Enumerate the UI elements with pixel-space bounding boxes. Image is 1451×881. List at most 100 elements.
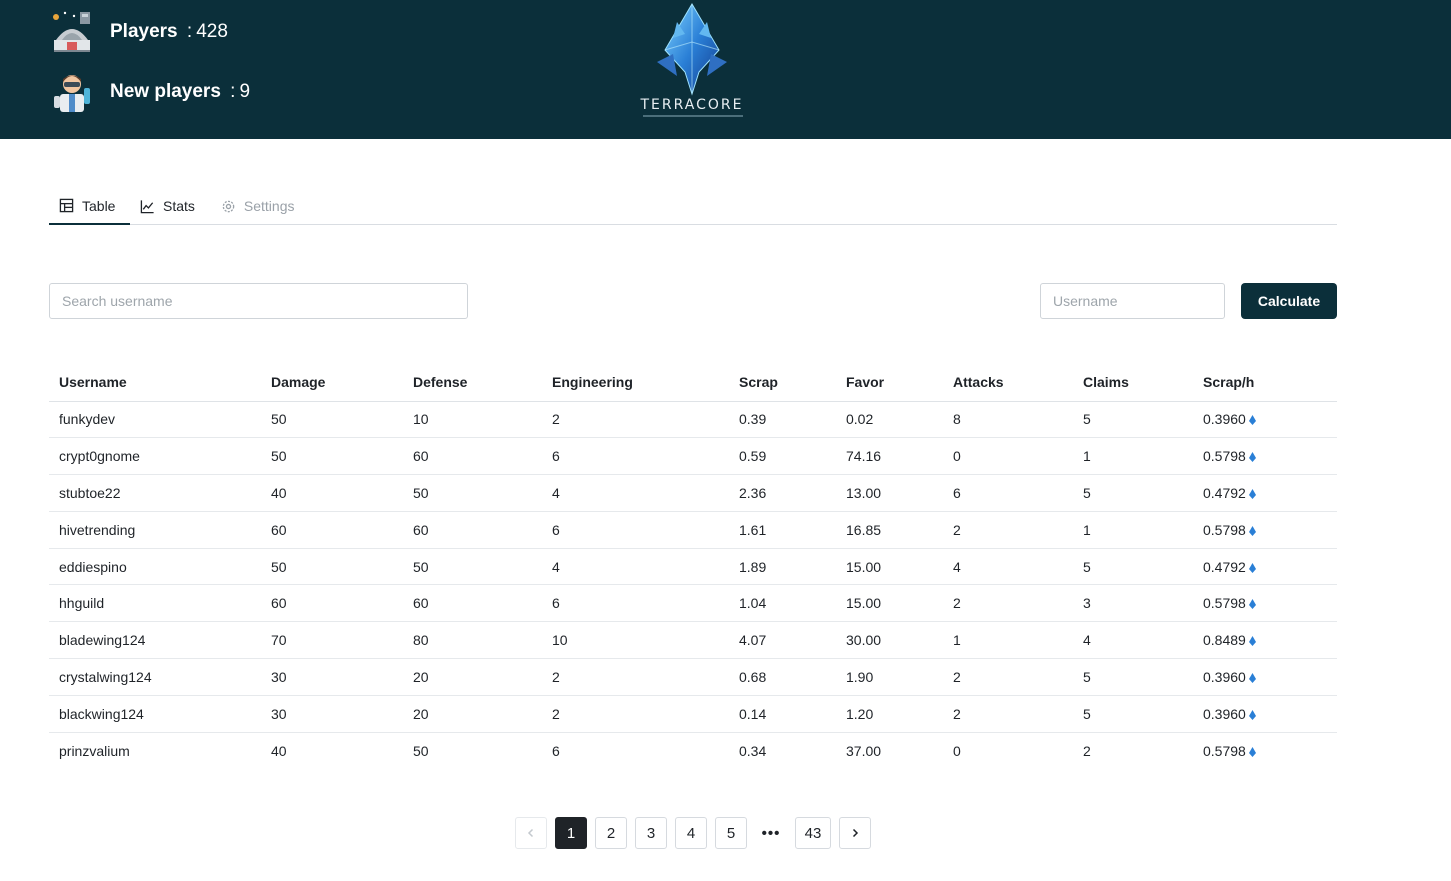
column-header-claims[interactable]: Claims: [1073, 364, 1193, 402]
cell-defense: 20: [403, 658, 542, 696]
cell-value: 1: [1083, 448, 1091, 465]
column-header-scrap[interactable]: Scrap: [729, 364, 836, 402]
column-header-attacks[interactable]: Attacks: [943, 364, 1073, 402]
calculate-button[interactable]: Calculate: [1241, 283, 1337, 319]
cell-claims: 5: [1073, 658, 1193, 696]
column-header-defense[interactable]: Defense: [403, 364, 542, 402]
cell-scrap: 0.59: [729, 437, 836, 476]
table-row: prinzvalium 40 50 6 0.34 37.00 0 2 0.5798: [49, 732, 1337, 769]
cell-value: 50: [413, 742, 429, 759]
page-button-5[interactable]: 5: [715, 817, 747, 849]
table-icon: [59, 198, 74, 213]
cell-value: 60: [413, 521, 429, 538]
cell-defense: 10: [403, 401, 542, 439]
cell-value: 1.89: [739, 558, 767, 575]
cell-value: 0: [953, 448, 961, 465]
cell-scrap: 1.04: [729, 584, 836, 623]
cell-value: 0.5798: [1203, 448, 1246, 465]
cell-scrap-per-hour: 0.4792: [1193, 548, 1337, 586]
page-button-last[interactable]: 43: [795, 817, 831, 849]
cell-defense: 60: [403, 511, 542, 549]
tab-table-label: Table: [82, 197, 116, 214]
cell-attacks: 0: [943, 732, 1073, 769]
players-label: Players: [110, 21, 178, 42]
new-players-count: 9: [239, 81, 251, 102]
cell-value: 50: [413, 558, 429, 575]
table-header-row: Username Damage Defense Engineering Scra…: [49, 364, 1337, 402]
cell-engineering: 4: [542, 474, 729, 512]
page-button-2[interactable]: 2: [595, 817, 627, 849]
cell-value: 5: [1083, 705, 1091, 722]
cell-damage: 60: [261, 584, 403, 623]
chart-icon: [140, 199, 154, 213]
cell-value: 0.4792: [1203, 484, 1246, 501]
column-header-username[interactable]: Username: [49, 364, 261, 402]
page-ellipsis[interactable]: •••: [755, 817, 787, 849]
username-field[interactable]: [1040, 283, 1225, 319]
gear-icon: [222, 200, 235, 212]
cell-claims: 3: [1073, 584, 1193, 623]
cell-defense: 60: [403, 437, 542, 476]
cell-value: 40: [271, 484, 287, 501]
column-header-engineering[interactable]: Engineering: [542, 364, 729, 402]
cell-value: 0.5798: [1203, 521, 1246, 538]
cell-scrap: 0.14: [729, 695, 836, 733]
cell-engineering: 10: [542, 621, 729, 660]
tab-stats[interactable]: Stats: [130, 188, 205, 224]
cell-value: 60: [413, 595, 429, 612]
tab-settings[interactable]: Settings: [211, 188, 305, 224]
page-button-3[interactable]: 3: [635, 817, 667, 849]
cell-value: 2.36: [739, 484, 767, 501]
cell-favor: 37.00: [836, 732, 943, 769]
cell-value: 0.4792: [1203, 558, 1246, 575]
cell-attacks: 0: [943, 437, 1073, 476]
cell-value: 37.00: [846, 742, 882, 759]
cell-value: 6: [552, 595, 560, 612]
cell-value: 2: [552, 668, 560, 685]
search-input[interactable]: [49, 283, 468, 319]
cell-favor: 16.85: [836, 511, 943, 549]
players-table: Username Damage Defense Engineering Scra…: [49, 364, 1337, 769]
cell-value: 0.59: [739, 448, 767, 465]
chevron-left-icon: [527, 828, 534, 838]
cell-username: blackwing124: [49, 695, 261, 733]
cell-value: prinzvalium: [59, 742, 130, 759]
cell-scrap-per-hour: 0.5798: [1193, 732, 1337, 769]
cell-damage: 50: [261, 437, 403, 476]
cell-defense: 50: [403, 474, 542, 512]
cell-value: 1: [953, 632, 961, 649]
cell-damage: 40: [261, 732, 403, 769]
cell-value: 4: [953, 558, 961, 575]
tab-settings-label: Settings: [243, 198, 295, 214]
cell-value: 2: [552, 411, 560, 428]
cell-value: 2: [953, 705, 961, 722]
tab-table[interactable]: Table: [49, 188, 130, 225]
cell-attacks: 2: [943, 695, 1073, 733]
prev-page-button[interactable]: [515, 817, 547, 849]
cell-value: 6: [552, 742, 560, 759]
cell-value: 0.8489: [1203, 632, 1246, 649]
cell-value: 4.07: [739, 632, 767, 649]
cell-damage: 40: [261, 474, 403, 512]
cell-value: 4: [552, 484, 560, 501]
cell-damage: 30: [261, 695, 403, 733]
table-row: eddiespino 50 50 4 1.89 15.00 4 5 0.4792: [49, 548, 1337, 586]
page-button-4[interactable]: 4: [675, 817, 707, 849]
cell-value: 0.02: [846, 411, 874, 428]
cell-engineering: 6: [542, 437, 729, 476]
cell-value: 0.5798: [1203, 742, 1246, 759]
cell-value: crypt0gnome: [59, 448, 140, 465]
cell-value: 8: [953, 411, 961, 428]
cell-value: eddiespino: [59, 558, 127, 575]
cell-favor: 15.00: [836, 548, 943, 586]
column-header-scrap-per-hour[interactable]: Scrap/h: [1193, 364, 1337, 402]
next-page-button[interactable]: [839, 817, 871, 849]
column-header-favor[interactable]: Favor: [836, 364, 943, 402]
cell-value: crystalwing124: [59, 668, 152, 685]
cell-username: crystalwing124: [49, 658, 261, 696]
column-header-damage[interactable]: Damage: [261, 364, 403, 402]
table-row: hhguild 60 60 6 1.04 15.00 2 3 0.5798: [49, 584, 1337, 623]
page-button-1[interactable]: 1: [555, 817, 587, 849]
cell-value: 0.39: [739, 411, 767, 428]
cell-username: crypt0gnome: [49, 437, 261, 476]
